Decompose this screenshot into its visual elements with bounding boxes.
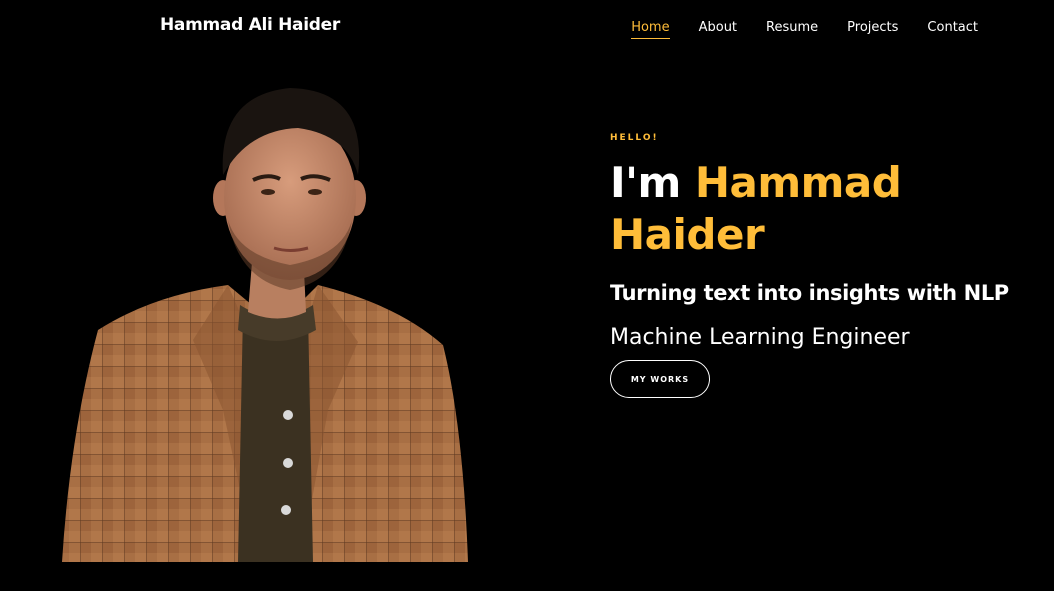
nav-menu: Home About Resume Projects Contact [602,20,978,39]
hero-name-last: Haider [610,210,765,259]
hero-name-first: Hammad [694,158,902,207]
brand-logo[interactable]: Hammad Ali Haider [160,15,340,35]
navbar: Hammad Ali Haider Home About Resume Proj… [0,0,1054,58]
hero-section: HELLO! I'm Hammad Haider Turning text in… [610,133,1040,398]
nav-projects[interactable]: Projects [847,20,898,39]
hero-headline: I'm Hammad Haider [610,157,1040,261]
hero-tagline: Turning text into insights with NLP [610,281,1009,305]
nav-resume[interactable]: Resume [766,20,818,39]
hero-greeting: HELLO! [610,133,659,143]
my-works-button[interactable]: MY WORKS [610,360,710,398]
nav-contact[interactable]: Contact [927,20,978,39]
hero-role: Machine Learning Engineer [610,325,910,350]
nav-about[interactable]: About [699,20,737,39]
nav-home[interactable]: Home [631,20,670,39]
profile-photo [58,80,478,562]
hero-intro-prefix: I'm [610,158,681,207]
